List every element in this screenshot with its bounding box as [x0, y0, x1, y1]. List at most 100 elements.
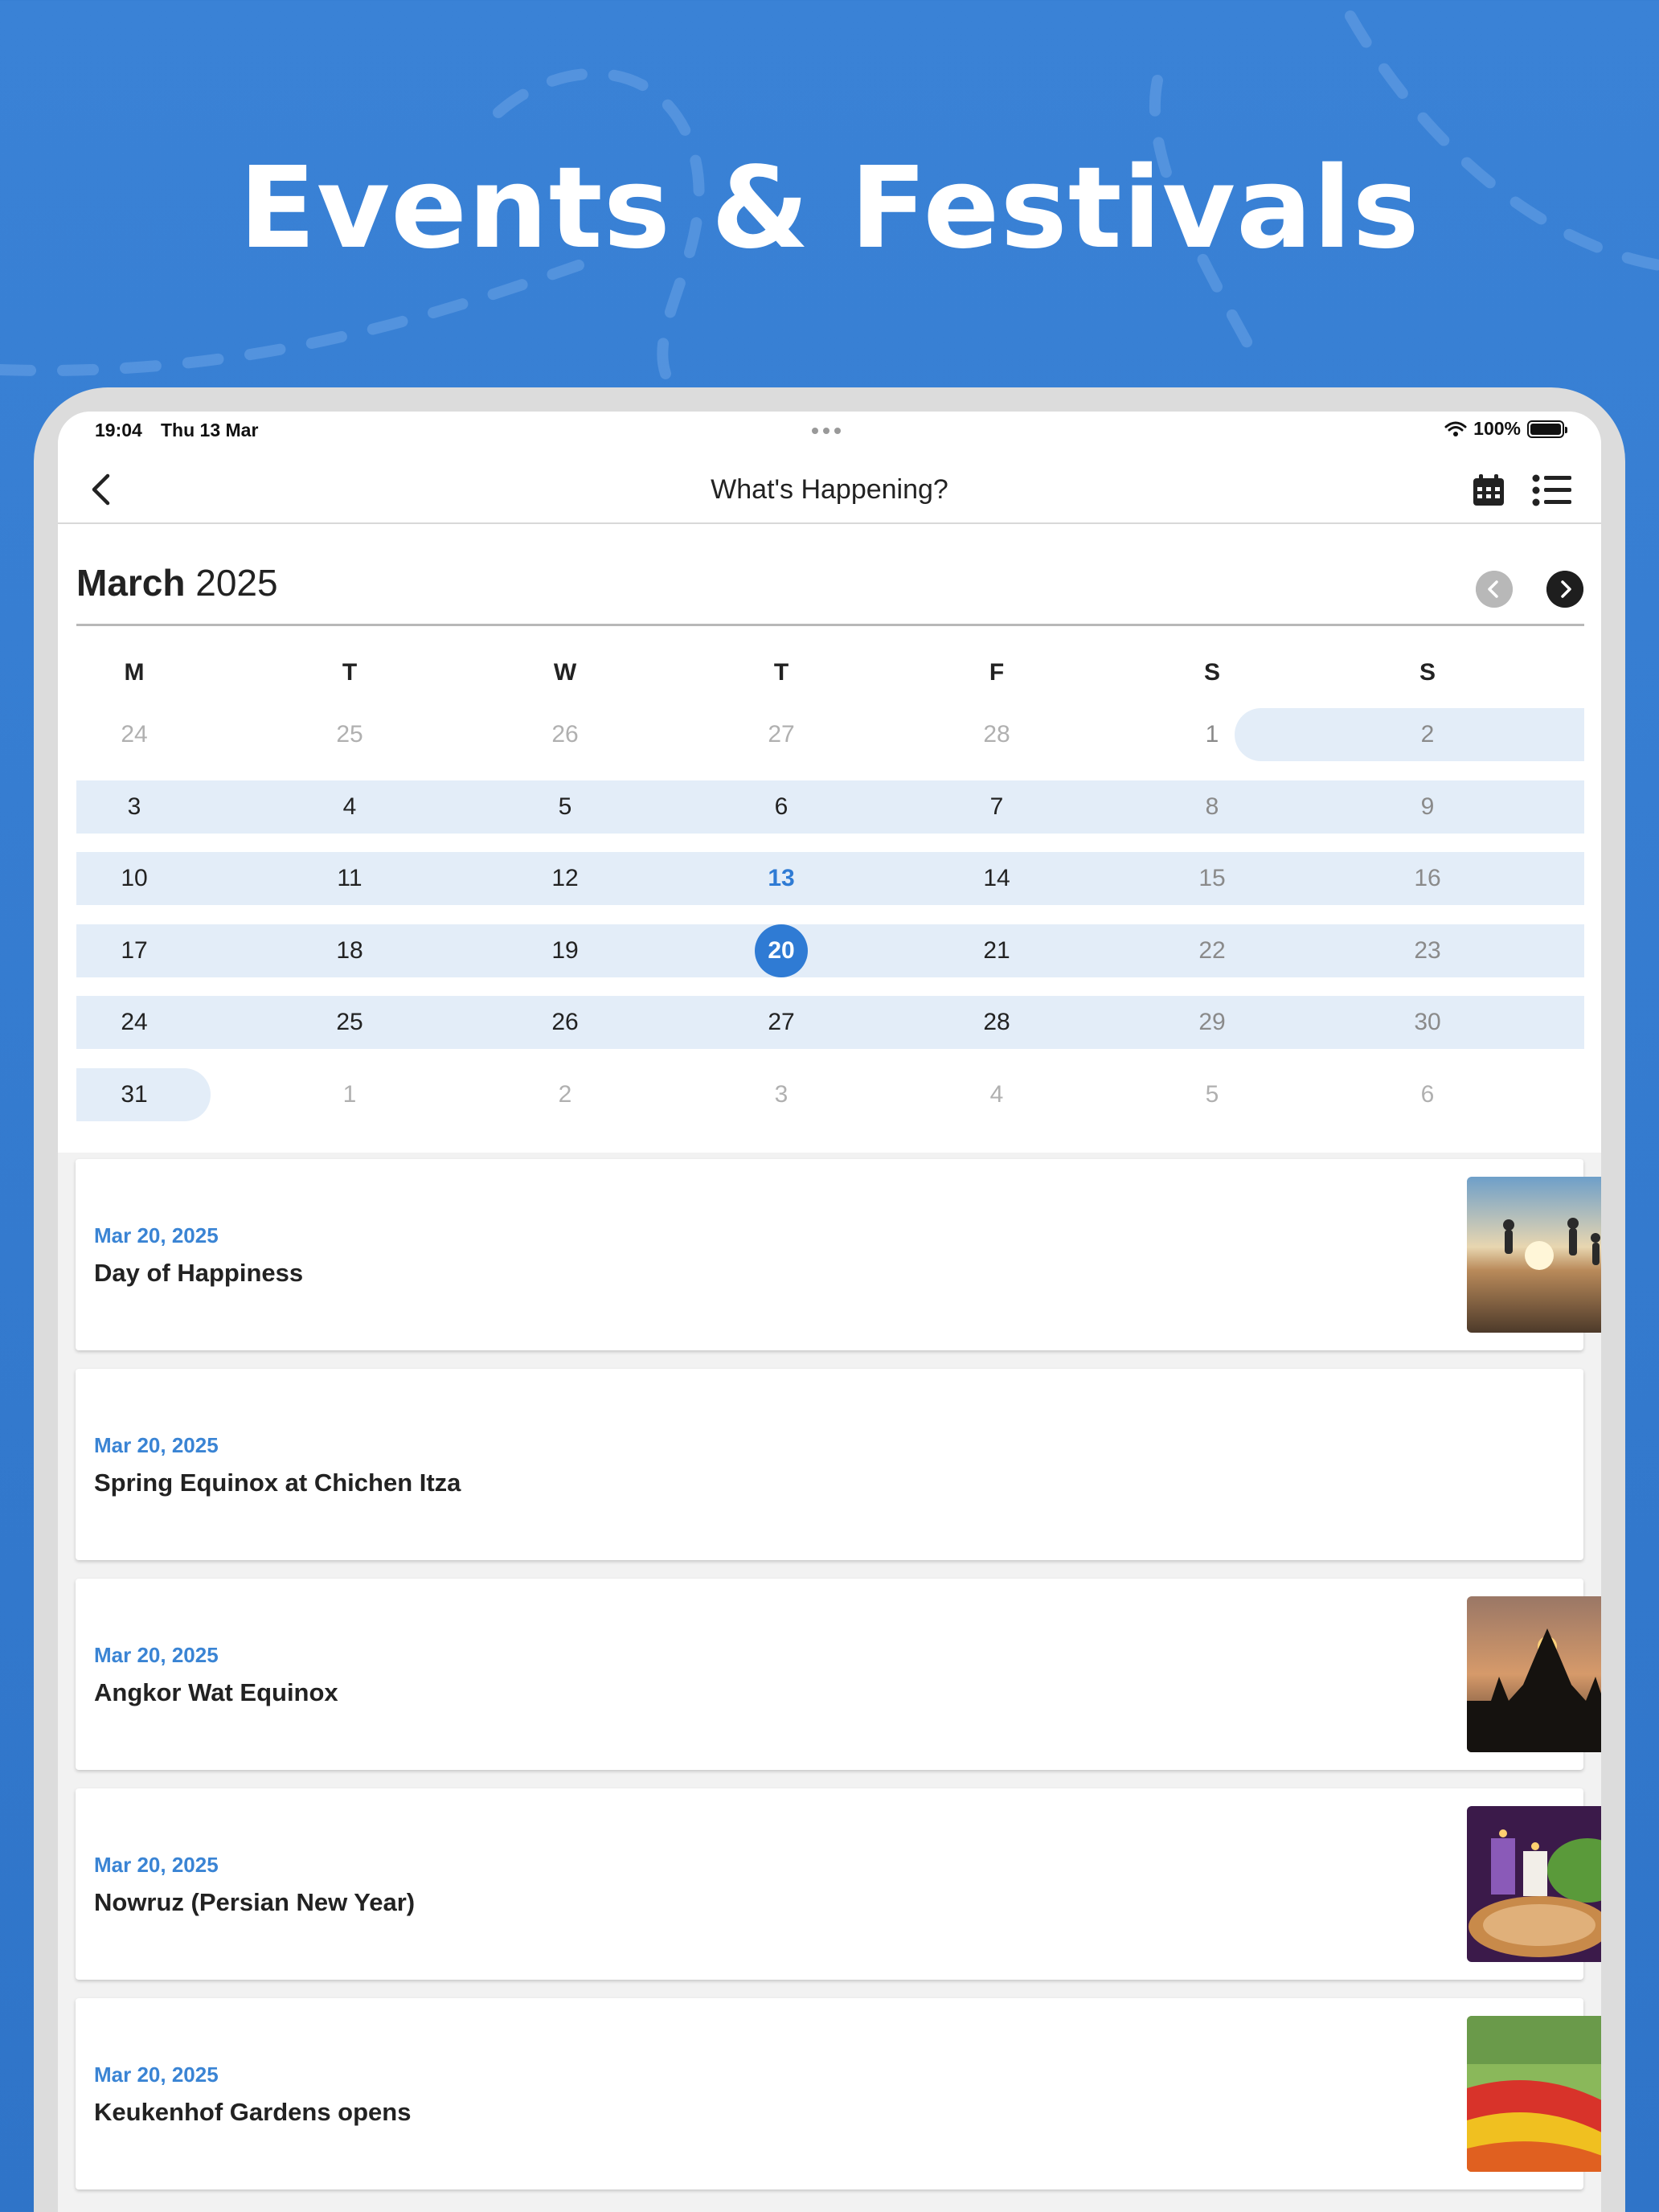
previous-month-button[interactable]	[1476, 571, 1513, 608]
calendar-day[interactable]: 26	[457, 708, 673, 761]
event-name: Keukenhof Gardens opens	[94, 2098, 412, 2126]
event-date: Mar 20, 2025	[94, 1643, 219, 1667]
calendar-day-number: 25	[336, 1009, 363, 1035]
calendar-day[interactable]: 3	[674, 1068, 889, 1121]
event-card[interactable]: Mar 20, 2025 Spring Equinox at Chichen It…	[76, 1369, 1583, 1560]
calendar-day-number: 14	[983, 865, 1010, 891]
calendar-day[interactable]: 21	[889, 924, 1104, 977]
calendar-day-number: 24	[121, 1009, 148, 1035]
calendar-day[interactable]: 31	[58, 1068, 242, 1121]
event-name: Day of Happiness	[94, 1259, 304, 1287]
status-bar: 19:04 Thu 13 Mar 100%	[58, 412, 1601, 453]
calendar-day-number: 1	[1205, 721, 1219, 748]
calendar-day-number: 9	[1420, 793, 1435, 820]
calendar-day[interactable]: 1	[242, 1068, 457, 1121]
event-card[interactable]: Mar 20, 2025 Angkor Wat Equinox	[76, 1579, 1601, 1770]
calendar-day-number: 2	[558, 1080, 572, 1108]
calendar-day-number: 6	[1420, 1080, 1435, 1108]
calendar-day[interactable]: 5	[1104, 1068, 1320, 1121]
calendar-day[interactable]: 2	[1320, 708, 1535, 761]
battery-icon	[1527, 420, 1567, 438]
calendar-day[interactable]: 28	[889, 708, 1104, 761]
calendar-day[interactable]: 3	[58, 780, 242, 834]
calendar-day-number: 27	[768, 1009, 795, 1035]
people-jumping-beach-sunset-image	[1467, 1177, 1601, 1333]
calendar-day-number: 27	[768, 721, 795, 748]
list-view-icon[interactable]	[1532, 473, 1572, 508]
status-date: Thu 13 Mar	[161, 420, 259, 440]
calendar-day[interactable]: 6	[674, 780, 889, 834]
calendar-day[interactable]: 26	[457, 996, 673, 1049]
event-card[interactable]: Mar 20, 2025 Day of Happiness	[76, 1159, 1601, 1350]
calendar-day-number: 5	[558, 793, 572, 820]
calendar-view-icon[interactable]	[1471, 473, 1506, 508]
calendar-day[interactable]: 16	[1320, 852, 1535, 905]
calendar-day-number: 20	[755, 924, 808, 977]
calendar-day-number: 4	[342, 793, 357, 820]
calendar-day[interactable]: 23	[1320, 924, 1535, 977]
calendar-day-number: 22	[1198, 936, 1226, 964]
calendar-day[interactable]: 7	[889, 780, 1104, 834]
event-card[interactable]: Mar 20, 2025 Keukenhof Gardens opens	[76, 1998, 1601, 2189]
calendar-day-number: 8	[1205, 793, 1219, 820]
calendar-day[interactable]: 9	[1320, 780, 1535, 834]
next-month-button[interactable]	[1546, 571, 1583, 608]
month-name: March	[76, 562, 186, 604]
calendar-day[interactable]: 27	[674, 996, 889, 1049]
weekday-header: S	[1203, 659, 1220, 686]
event-date: Mar 20, 2025	[94, 1223, 219, 1247]
calendar-day-number: 7	[989, 793, 1004, 820]
weekday-header: W	[553, 659, 577, 686]
wifi-icon	[1444, 421, 1467, 436]
angkor-wat-sunrise-silhouette-image	[1467, 1596, 1601, 1752]
calendar-day[interactable]: 4	[889, 1068, 1104, 1121]
calendar-day[interactable]: 10	[58, 852, 242, 905]
calendar-day[interactable]: 1	[1104, 708, 1320, 761]
calendar-day[interactable]: 25	[242, 708, 457, 761]
calendar-day-number: 19	[551, 936, 579, 964]
calendar-day-number: 31	[121, 1080, 148, 1108]
calendar-day-number: 3	[127, 793, 141, 820]
calendar-day[interactable]: 24	[58, 708, 242, 761]
page-title: What's Happening?	[711, 474, 948, 505]
calendar-day-number: 4	[989, 1080, 1004, 1108]
month-divider	[76, 624, 1584, 626]
calendar-day[interactable]: 6	[1320, 1068, 1535, 1121]
calendar-day-number: 1	[342, 1080, 357, 1108]
calendar-day[interactable]: 11	[242, 852, 457, 905]
calendar-day[interactable]: 13	[674, 852, 889, 905]
calendar-day[interactable]: 22	[1104, 924, 1320, 977]
calendar-day[interactable]: 17	[58, 924, 242, 977]
calendar-day[interactable]: 20	[674, 924, 889, 977]
calendar-day[interactable]: 30	[1320, 996, 1535, 1049]
calendar-day-number: 3	[774, 1080, 789, 1108]
calendar-day-number: 16	[1414, 865, 1441, 891]
event-thumbnail	[1467, 1177, 1601, 1333]
weekday-header: S	[1419, 659, 1436, 686]
event-thumbnail	[1467, 2016, 1601, 2172]
multitasking-dots-icon[interactable]	[812, 428, 841, 434]
calendar-day[interactable]: 25	[242, 996, 457, 1049]
calendar-day[interactable]: 14	[889, 852, 1104, 905]
event-card[interactable]: Mar 20, 2025 Nowruz (Persian New Year)	[76, 1788, 1601, 1980]
calendar-day[interactable]: 15	[1104, 852, 1320, 905]
battery-percent: 100%	[1473, 418, 1521, 439]
event-date: Mar 20, 2025	[94, 2062, 219, 2087]
calendar-day[interactable]: 29	[1104, 996, 1320, 1049]
calendar-day[interactable]: 28	[889, 996, 1104, 1049]
calendar-day[interactable]: 4	[242, 780, 457, 834]
calendar-day-number: 10	[121, 865, 148, 891]
calendar-day[interactable]: 24	[58, 996, 242, 1049]
calendar-day[interactable]: 27	[674, 708, 889, 761]
calendar-day[interactable]: 5	[457, 780, 673, 834]
calendar-day[interactable]: 2	[457, 1068, 673, 1121]
weekday-header: M	[124, 659, 145, 686]
calendar-day-number: 28	[983, 721, 1010, 748]
calendar-day[interactable]: 18	[242, 924, 457, 977]
calendar-day[interactable]: 12	[457, 852, 673, 905]
calendar-day[interactable]: 19	[457, 924, 673, 977]
calendar-day-number: 2	[1420, 721, 1435, 748]
nav-bar: What's Happening?	[58, 453, 1601, 524]
promo-title: Events & Festivals	[239, 143, 1420, 274]
calendar-day[interactable]: 8	[1104, 780, 1320, 834]
